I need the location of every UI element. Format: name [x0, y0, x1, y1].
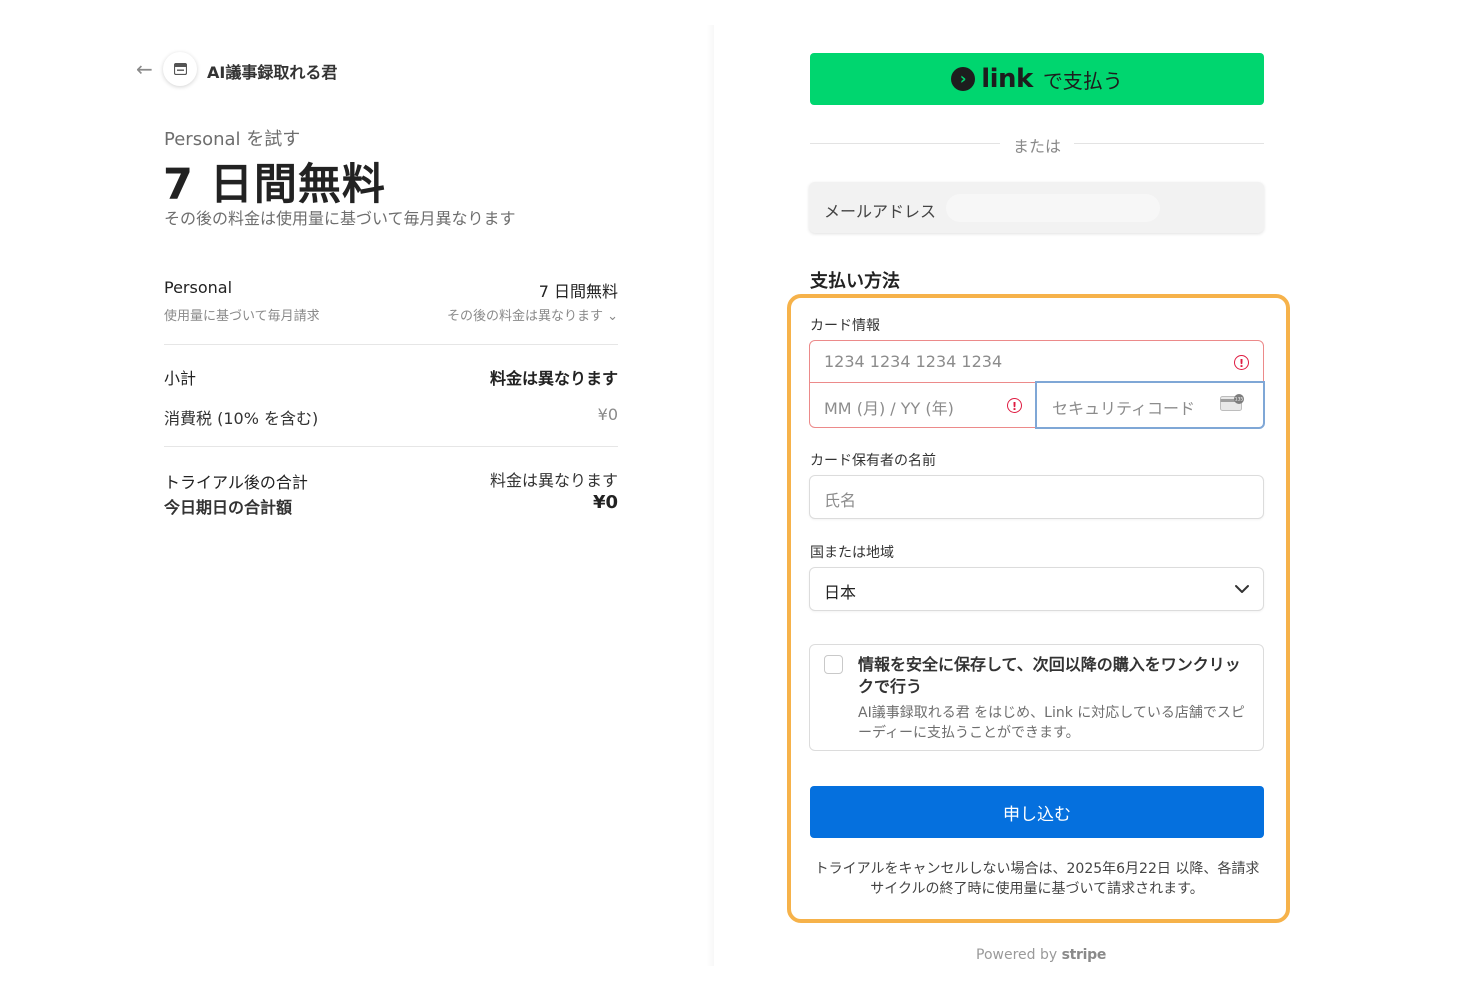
subtotal-value: 料金は異なります	[489, 369, 618, 388]
divider	[164, 446, 618, 447]
payment-method-title: 支払い方法	[810, 271, 900, 292]
email-label: メールアドレス	[824, 202, 937, 221]
plan-price: 7 日間無料	[538, 282, 618, 301]
tax-value: ¥0	[597, 405, 618, 424]
email-value-redacted	[946, 194, 1160, 222]
brand-name[interactable]: AI議事録取れる君	[207, 59, 337, 83]
stripe-logo: stripe	[1061, 947, 1107, 963]
due-today-label: 今日期日の合計額	[164, 498, 293, 517]
link-pay-button[interactable]: › link で支払う	[810, 53, 1264, 105]
link-logo: link	[981, 64, 1033, 94]
or-divider-right	[1074, 143, 1264, 144]
highlight-frame	[787, 294, 1290, 923]
chevron-right-icon: ›	[951, 67, 976, 91]
divider	[164, 344, 618, 345]
trial-plan-label: Personal を試す	[164, 129, 301, 150]
store-icon	[174, 63, 187, 75]
arrow-left-icon[interactable]: ←	[136, 58, 158, 80]
plan-billing-note: 使用量に基づいて毎月請求	[164, 309, 320, 324]
powered-by-stripe[interactable]: Powered by stripe	[976, 947, 1106, 963]
subtotal-label: 小計	[164, 369, 197, 388]
tax-label: 消費税 (10% を含む)	[164, 409, 319, 428]
after-trial-label: トライアル後の合計	[164, 473, 308, 492]
after-trial-value: 料金は異なります	[489, 471, 618, 490]
powered-by-label: Powered by	[976, 947, 1058, 963]
due-today-value: ¥0	[592, 492, 618, 513]
page-title: 7 日間無料	[163, 160, 386, 210]
plan-name: Personal	[164, 278, 233, 297]
plan-price-details-toggle[interactable]: その後の料金は異なります ⌄	[447, 305, 618, 324]
page-subtitle: その後の料金は使用量に基づいて毎月異なります	[164, 209, 516, 228]
or-divider-left	[810, 143, 1000, 144]
or-label: または	[1012, 137, 1061, 156]
link-pay-label: で支払う	[1042, 68, 1123, 93]
